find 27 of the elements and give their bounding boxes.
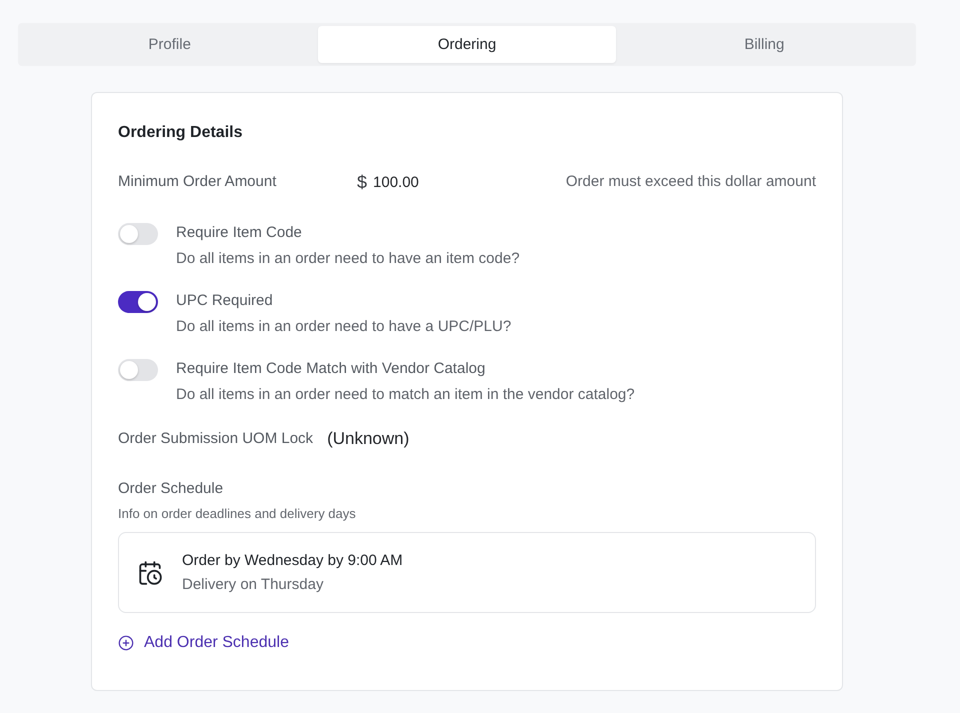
field-label: Minimum Order Amount xyxy=(118,172,278,192)
section-title: Ordering Details xyxy=(118,123,244,143)
toggle-switch[interactable] xyxy=(118,291,158,313)
plus-circle-icon xyxy=(118,635,134,651)
toggle-description: Do all items in an order need to have a UPC/PLU? xyxy=(176,317,512,337)
toggle-label: Require Item Code xyxy=(176,223,303,243)
schedule-subtitle: Info on order deadlines and delivery days xyxy=(118,506,357,522)
currency-symbol: $ xyxy=(357,172,368,192)
add-schedule-button[interactable]: Add Order Schedule xyxy=(118,633,289,653)
tab[interactable]: Profile xyxy=(21,26,318,63)
toggle-description: Do all items in an order need to have an item code? xyxy=(176,249,520,269)
field-value: (Unknown) xyxy=(327,429,410,449)
schedule-title: Order Schedule xyxy=(118,479,224,499)
toggle-switch[interactable] xyxy=(118,359,158,381)
schedule-entry-title: Order by Wednesday by 9:00 AM xyxy=(182,550,403,570)
schedule-entry-subtitle: Delivery on Thursday xyxy=(182,574,324,594)
field-label: Order Submission UOM Lock xyxy=(118,429,314,449)
tab[interactable]: Ordering xyxy=(318,26,616,63)
toggle-description: Do all items in an order need to match an item in the vendor catalog? xyxy=(176,385,635,405)
toggle-label: Require Item Code Match with Vendor Catalog xyxy=(176,359,486,379)
field-hint: Order must exceed this dollar amount xyxy=(566,172,816,192)
toggle-label: UPC Required xyxy=(176,291,274,311)
calendar-clock-icon xyxy=(137,560,163,586)
schedule-entry-card[interactable]: Order by Wednesday by 9:00 AM Delivery on Thursday xyxy=(118,532,816,613)
toggle-switch[interactable] xyxy=(118,223,158,245)
tab[interactable]: Billing xyxy=(616,26,913,63)
amount-input[interactable]: 100.00 xyxy=(373,172,426,192)
